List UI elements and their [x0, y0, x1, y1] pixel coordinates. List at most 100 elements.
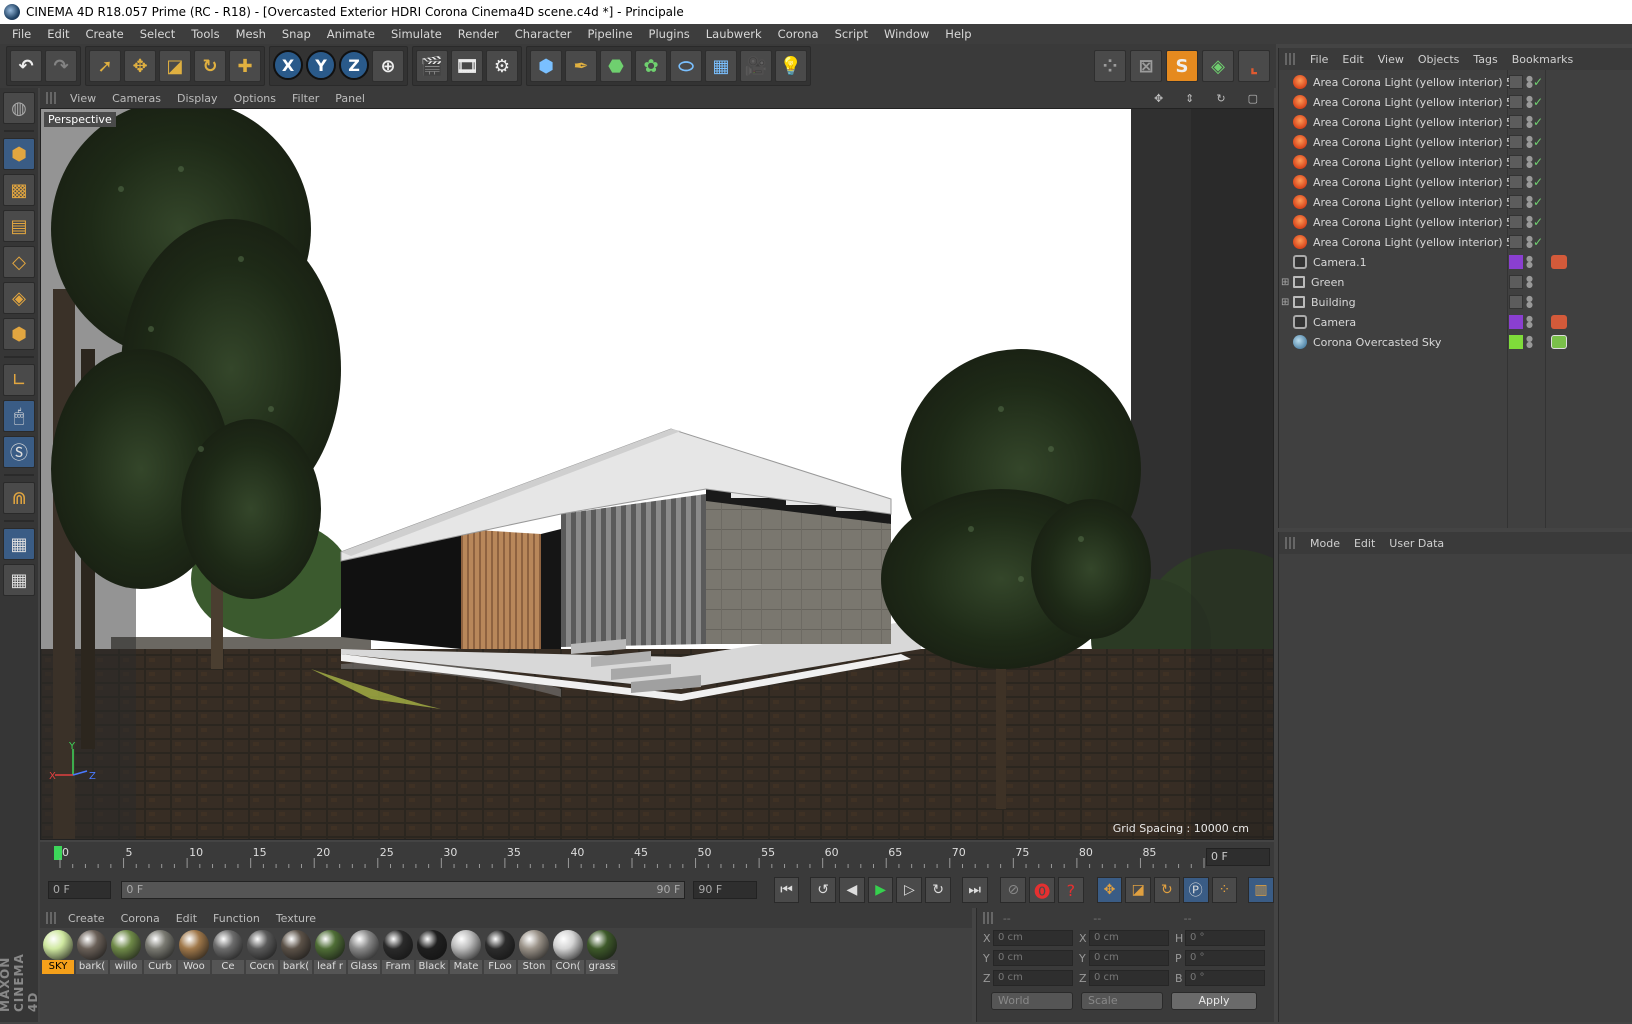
orbit-icon[interactable]: ↻ — [1208, 92, 1233, 105]
camera-tag-icon[interactable] — [1551, 315, 1567, 329]
workplane-lock-button[interactable]: ▦ — [3, 528, 35, 560]
visibility-dots-icon[interactable]: ● ● — [1526, 135, 1533, 149]
size-y-field[interactable]: 0 cm — [1089, 950, 1169, 966]
world-mode-dropdown[interactable]: World — [991, 992, 1073, 1010]
material-swatch[interactable]: SKY — [42, 930, 74, 1020]
record-active-objects-button[interactable]: ⓿ — [1029, 877, 1055, 903]
viewport-menu-view[interactable]: View — [62, 92, 104, 105]
points-mode-button[interactable]: ◇ — [3, 246, 35, 278]
material-menu-create[interactable]: Create — [60, 912, 113, 925]
playhead-marker[interactable] — [54, 846, 62, 860]
enable-axis-button[interactable]: ∟ — [3, 364, 35, 396]
floor-object-button[interactable]: ▦ — [705, 50, 737, 82]
timeline-ruler[interactable]: 051015202530354045505560657075808590 0 F — [40, 842, 1274, 872]
scale-tool-button[interactable]: ◪ — [159, 50, 191, 82]
layer-color-swatch[interactable] — [1509, 275, 1523, 289]
material-swatch[interactable]: grass — [586, 930, 618, 1020]
make-editable-button[interactable]: ◍ — [3, 92, 35, 124]
menu-laubwerk[interactable]: Laubwerk — [698, 27, 770, 41]
end-frame-field[interactable]: 90 F — [693, 881, 757, 899]
material-swatch[interactable]: Mate — [450, 930, 482, 1020]
model-mode-button[interactable]: ⬢ — [3, 138, 35, 170]
layer-color-swatch[interactable] — [1509, 175, 1523, 189]
position-y-field[interactable]: 0 cm — [993, 950, 1073, 966]
viewport-menu-display[interactable]: Display — [169, 92, 226, 105]
menu-simulate[interactable]: Simulate — [383, 27, 450, 41]
rotation-h-field[interactable]: 0 ° — [1185, 930, 1265, 946]
workplane-mode-button[interactable]: ▤ — [3, 210, 35, 242]
locked-workplane-button[interactable]: ▦ — [3, 564, 35, 596]
viewport-menu-panel[interactable]: Panel — [327, 92, 373, 105]
menu-edit[interactable]: Edit — [39, 27, 77, 41]
recent-tool-button[interactable]: ✚ — [229, 50, 261, 82]
live-selection-button[interactable]: ➚ — [89, 50, 121, 82]
size-x-field[interactable]: 0 cm — [1089, 930, 1169, 946]
enabled-check-icon[interactable]: ✓ — [1533, 215, 1543, 229]
visibility-dots-icon[interactable]: ● ● — [1526, 95, 1533, 109]
material-swatch[interactable]: Ce — [212, 930, 244, 1020]
objects-menu-file[interactable]: File — [1303, 53, 1335, 66]
material-swatch[interactable]: Ston — [518, 930, 550, 1020]
render-settings-button[interactable]: ⚙ — [486, 50, 518, 82]
light-object-button[interactable]: 💡 — [775, 50, 807, 82]
deformer-button[interactable]: ⬭ — [670, 50, 702, 82]
magnet-button[interactable]: ⋒ — [3, 482, 35, 514]
object-row[interactable]: Camera.1 ● ● — [1279, 252, 1632, 272]
objects-menu-tags[interactable]: Tags — [1466, 53, 1504, 66]
record-scale-button[interactable]: ◪ — [1125, 877, 1152, 903]
expand-plus-icon[interactable]: ⊞ — [1281, 277, 1293, 288]
rotation-p-field[interactable]: 0 ° — [1185, 950, 1265, 966]
edges-mode-button[interactable]: ◈ — [3, 282, 35, 314]
layer-color-swatch[interactable] — [1509, 75, 1523, 89]
menu-tools[interactable]: Tools — [183, 27, 227, 41]
subdivision-button[interactable]: ⬣ — [600, 50, 632, 82]
next-frame-button[interactable]: ▷ — [896, 877, 923, 903]
preview-range-slider[interactable]: 0 F 90 F — [121, 881, 686, 899]
visibility-dots-icon[interactable]: ● ● — [1526, 235, 1533, 249]
play-forward-button[interactable]: ▶ — [867, 877, 894, 903]
attributes-menu-mode[interactable]: Mode — [1303, 537, 1347, 550]
expand-plus-icon[interactable]: ⊞ — [1281, 297, 1293, 308]
object-row[interactable]: Corona Overcasted Sky ● ● — [1279, 332, 1632, 352]
visibility-dots-icon[interactable]: ● ● — [1526, 195, 1533, 209]
layer-color-swatch[interactable] — [1509, 335, 1523, 349]
viewport-menu-options[interactable]: Options — [226, 92, 284, 105]
visibility-dots-icon[interactable]: ● ● — [1526, 155, 1533, 169]
object-row[interactable]: Area Corona Light (yellow interior) 500 ●… — [1279, 192, 1632, 212]
render-view-button[interactable]: 🎬 — [416, 50, 448, 82]
previous-key-button[interactable]: ↺ — [810, 877, 837, 903]
redo-button[interactable]: ↷ — [45, 50, 77, 82]
menu-help[interactable]: Help — [937, 27, 979, 41]
layer-color-swatch[interactable] — [1509, 295, 1523, 309]
visibility-dots-icon[interactable]: ● ● — [1526, 295, 1533, 309]
menu-window[interactable]: Window — [876, 27, 937, 41]
material-swatch[interactable]: bark( — [76, 930, 108, 1020]
y-axis-lock-button[interactable]: Y — [306, 50, 336, 80]
attributes-menu-user-data[interactable]: User Data — [1382, 537, 1451, 550]
maximize-view-icon[interactable]: ▢ — [1240, 92, 1266, 105]
axis-tool-button[interactable]: ⌞ — [1238, 50, 1270, 82]
material-swatch[interactable]: Woo — [178, 930, 210, 1020]
sky-tag-icon[interactable] — [1551, 335, 1567, 349]
rotation-b-field[interactable]: 0 ° — [1185, 970, 1265, 986]
layer-color-swatch[interactable] — [1509, 315, 1523, 329]
visibility-dots-icon[interactable]: ● ● — [1526, 175, 1533, 189]
objects-menu-bookmarks[interactable]: Bookmarks — [1505, 53, 1580, 66]
visibility-dots-icon[interactable]: ● ● — [1526, 115, 1533, 129]
menu-animate[interactable]: Animate — [319, 27, 383, 41]
layer-color-swatch[interactable] — [1509, 155, 1523, 169]
pen-spline-button[interactable]: ✒ — [565, 50, 597, 82]
menu-select[interactable]: Select — [132, 27, 183, 41]
go-to-end-button[interactable]: ⏭ — [961, 877, 988, 903]
menu-pipeline[interactable]: Pipeline — [580, 27, 641, 41]
menu-corona[interactable]: Corona — [770, 27, 827, 41]
apply-button[interactable]: Apply — [1171, 992, 1257, 1010]
menu-create[interactable]: Create — [78, 27, 132, 41]
perspective-viewport[interactable]: Y X Z Perspective Grid Spacing : 10000 c… — [40, 108, 1274, 840]
menu-file[interactable]: File — [4, 27, 39, 41]
enabled-check-icon[interactable]: ✓ — [1533, 195, 1543, 209]
object-row[interactable]: Area Corona Light (yellow interior) 500 ●… — [1279, 152, 1632, 172]
visibility-dots-icon[interactable]: ● ● — [1526, 75, 1533, 89]
tweak-mode-button[interactable]: 🖱 — [3, 400, 35, 432]
coordinate-system-button[interactable]: ⊕ — [372, 50, 404, 82]
